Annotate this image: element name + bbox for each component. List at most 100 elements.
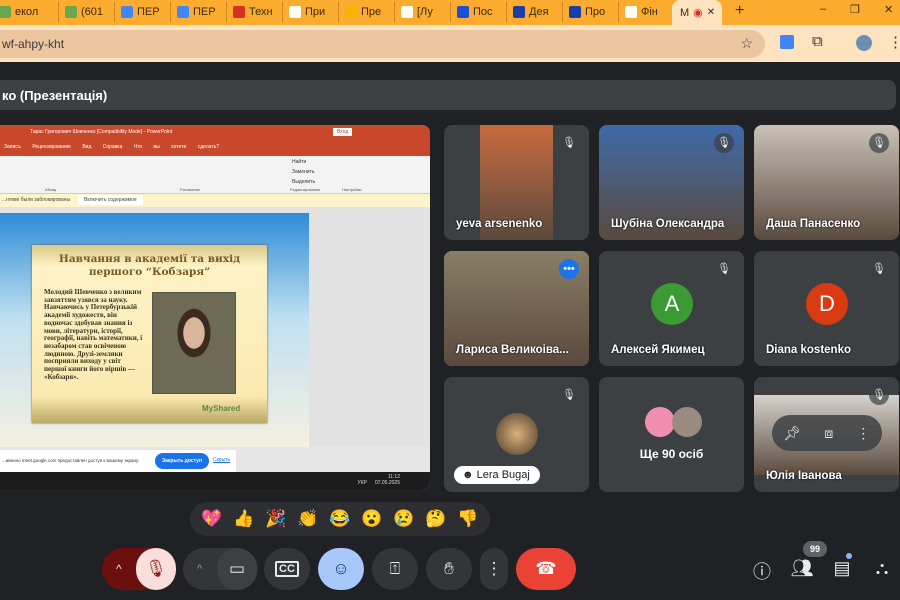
tab-label: Пре — [361, 6, 382, 18]
enable-content-button[interactable]: Включить содержимое — [78, 195, 143, 205]
browser-tab[interactable]: ПЕР — [170, 2, 224, 22]
reaction-emoji[interactable]: 👎 — [457, 509, 478, 529]
share-notice-text: ...ивенно meet.google.com предоставлен д… — [2, 458, 140, 463]
participant-tile[interactable]: 🎙︎ yeva arsenenko — [444, 125, 589, 240]
leave-call-button[interactable]: ☎︎ — [516, 548, 576, 590]
address-bar[interactable]: wf-ahpy-kht ☆ — [0, 30, 765, 58]
more-vert-icon: ⋮ — [485, 559, 503, 578]
camera-button[interactable]: ▭ — [217, 548, 257, 590]
find-button[interactable]: Найти — [292, 159, 306, 165]
pin-icon[interactable]: 📌︎ — [784, 425, 802, 442]
emoji-icon: ☺ — [332, 559, 350, 578]
new-tab-button[interactable]: + — [735, 2, 744, 20]
gmail-icon — [401, 6, 413, 18]
participant-tile[interactable]: 🎙︎ Юлія Іванова 📌︎ ⧈ ⋮ — [754, 377, 899, 492]
participant-tile[interactable]: ••• Лариса Великоіва... — [444, 251, 589, 366]
participant-name: Lera Bugaj — [476, 469, 530, 481]
microphone-off-button[interactable]: 🎙︎ — [136, 548, 176, 590]
minimize-button[interactable]: – — [820, 3, 826, 15]
close-window-button[interactable]: ✕ — [884, 3, 893, 16]
participant-count-badge: 99 — [803, 541, 827, 557]
present-screen-button[interactable]: ⍐ — [372, 548, 418, 590]
reaction-emoji[interactable]: 👏 — [297, 509, 318, 529]
tab-label: Фін — [641, 6, 658, 18]
hide-notice-link[interactable]: Скрыть — [213, 457, 230, 463]
browser-tab[interactable]: (601 — [58, 2, 112, 22]
slide-title: Навчання в академії та вихід першого “Ко… — [58, 253, 241, 278]
browser-tab[interactable]: При — [282, 2, 336, 22]
participant-name: yeva arsenenko — [456, 218, 543, 230]
portrait-image — [152, 292, 236, 394]
browser-tab[interactable]: Фін — [618, 2, 672, 22]
trident-icon — [569, 6, 581, 18]
participant-tile[interactable]: 🎙︎ Даша Панасенко — [754, 125, 899, 240]
replace-button[interactable]: Заменить — [292, 169, 314, 175]
browser-tab[interactable]: [Лу — [394, 2, 448, 22]
bookmark-star-icon[interactable]: ☆ — [740, 35, 753, 52]
browser-tab[interactable]: Пос — [450, 2, 504, 22]
tab-label: [Лу — [417, 6, 433, 18]
mic-off-icon: 🎙︎ — [714, 133, 734, 153]
participant-tile[interactable]: A 🎙︎ Алексей Якимец — [599, 251, 744, 366]
frame-icon[interactable]: ⧈ — [824, 425, 833, 442]
extensions-icon[interactable]: ⧉ — [812, 33, 823, 50]
captions-icon: CC — [275, 561, 299, 577]
security-warning-bar: ...нтиве были заблокированы Включить сод… — [0, 194, 430, 207]
browser-menu-icon[interactable]: ⋮ — [888, 33, 900, 51]
activities-button[interactable]: ⛬ — [870, 558, 894, 579]
participant-name: Алексей Якимец — [611, 344, 705, 356]
more-options-button[interactable]: ⋮ — [480, 548, 508, 590]
browser-tab[interactable]: Дея — [506, 2, 560, 22]
participant-name: Diana kostenko — [766, 344, 851, 356]
reaction-emoji[interactable]: 💖 — [201, 509, 222, 529]
tab-label: При — [305, 6, 326, 18]
restore-button[interactable]: ❐ — [850, 3, 860, 16]
language-indicator[interactable]: УКР — [358, 480, 367, 486]
profile-avatar[interactable] — [856, 35, 872, 51]
captions-button[interactable]: CC — [264, 548, 310, 590]
warning-text: ...нтиве были заблокированы — [2, 197, 71, 203]
reaction-emoji[interactable]: 😂 — [329, 509, 350, 529]
tile-hover-toolbar: 📌︎ ⧈ ⋮ — [772, 415, 882, 451]
google-icon — [289, 6, 301, 18]
translate-extension-icon[interactable] — [780, 35, 794, 49]
chat-button[interactable]: ▤ — [830, 558, 854, 579]
meeting-info-button[interactable]: ⓘ — [750, 558, 774, 584]
select-button[interactable]: Выделить — [292, 179, 315, 185]
browser-tab[interactable]: ПЕР — [114, 2, 168, 22]
participant-tile[interactable]: 🎙︎ ☻ Lera Bugaj — [444, 377, 589, 492]
browser-tab[interactable]: екол — [0, 2, 46, 22]
reaction-emoji[interactable]: 🤔 — [425, 509, 446, 529]
browser-tab[interactable]: Пре — [338, 2, 392, 22]
end-call-icon: ☎︎ — [535, 559, 557, 578]
more-options-icon[interactable]: ••• — [559, 259, 579, 279]
browser-tab[interactable]: Про — [562, 2, 616, 22]
participant-tile[interactable]: 🎙︎ Шубіна Олександра — [599, 125, 744, 240]
shared-screen: Тарас Григорович Шевченко [Compatibility… — [0, 125, 430, 490]
reactions-button[interactable]: ☺ — [318, 548, 364, 590]
login-button[interactable]: Вход — [333, 128, 353, 136]
tab-label: екол — [15, 6, 39, 18]
chat-notification-dot — [846, 553, 852, 559]
date: 07.05.2025 — [374, 480, 400, 486]
participant-tile[interactable]: D 🎙︎ Diana kostenko — [754, 251, 899, 366]
browser-tab[interactable]: Техн — [226, 2, 280, 22]
reaction-emoji[interactable]: 😢 — [393, 509, 414, 529]
reaction-emoji[interactable]: 👍 — [233, 509, 254, 529]
tab-label: ПЕР — [137, 6, 160, 18]
stop-sharing-button[interactable]: Закрыть доступ — [155, 453, 209, 469]
tab-meet-active[interactable]: M ◉ ✕ — [672, 0, 722, 25]
ribbon-group-label: Настройки — [342, 187, 362, 192]
more-vert-icon[interactable]: ⋮ — [856, 425, 870, 442]
ribbon-group-label: Рисование — [180, 187, 201, 192]
reaction-emoji[interactable]: 😮 — [361, 509, 382, 529]
tab-label: Про — [585, 6, 606, 18]
participant-name: Даша Панасенко — [766, 218, 861, 230]
reaction-emoji[interactable]: 🎉 — [265, 509, 286, 529]
participant-tile[interactable]: Ще 90 осіб — [599, 377, 744, 492]
powerpoint-titlebar: Тарас Григорович Шевченко [Compatibility… — [0, 125, 430, 139]
raise-hand-button[interactable]: ✋︎ — [426, 548, 472, 590]
close-tab-icon[interactable]: ✕ — [707, 7, 715, 18]
people-button[interactable]: 👥︎ — [790, 558, 814, 579]
tab-label: ПЕР — [193, 6, 216, 18]
